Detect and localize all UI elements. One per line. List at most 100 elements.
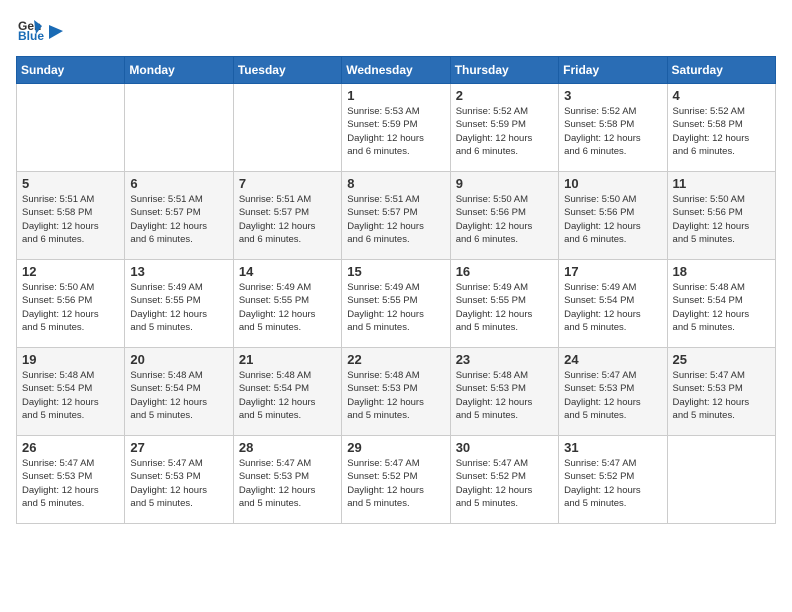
cell-info: Sunrise: 5:47 AM Sunset: 5:52 PM Dayligh… (347, 457, 444, 510)
cell-info: Sunrise: 5:52 AM Sunset: 5:59 PM Dayligh… (456, 105, 553, 158)
day-header-saturday: Saturday (667, 57, 775, 84)
day-number: 10 (564, 176, 661, 191)
day-number: 9 (456, 176, 553, 191)
cell-info: Sunrise: 5:50 AM Sunset: 5:56 PM Dayligh… (564, 193, 661, 246)
logo-triangle-icon (49, 21, 65, 41)
day-number: 27 (130, 440, 227, 455)
cell-info: Sunrise: 5:48 AM Sunset: 5:54 PM Dayligh… (673, 281, 770, 334)
cell-info: Sunrise: 5:47 AM Sunset: 5:53 PM Dayligh… (22, 457, 119, 510)
calendar-cell (233, 84, 341, 172)
calendar-cell: 29 Sunrise: 5:47 AM Sunset: 5:52 PM Dayli… (342, 436, 450, 524)
day-header-friday: Friday (559, 57, 667, 84)
svg-text:Blue: Blue (18, 29, 44, 43)
cell-info: Sunrise: 5:47 AM Sunset: 5:52 PM Dayligh… (564, 457, 661, 510)
day-header-wednesday: Wednesday (342, 57, 450, 84)
calendar-cell: 31 Sunrise: 5:47 AM Sunset: 5:52 PM Dayli… (559, 436, 667, 524)
calendar-cell: 2 Sunrise: 5:52 AM Sunset: 5:59 PM Daylig… (450, 84, 558, 172)
day-header-tuesday: Tuesday (233, 57, 341, 84)
day-number: 12 (22, 264, 119, 279)
cell-info: Sunrise: 5:49 AM Sunset: 5:55 PM Dayligh… (456, 281, 553, 334)
calendar-cell (667, 436, 775, 524)
logo-icon: Gen Blue (16, 16, 44, 44)
day-number: 8 (347, 176, 444, 191)
calendar-cell: 15 Sunrise: 5:49 AM Sunset: 5:55 PM Dayli… (342, 260, 450, 348)
day-number: 1 (347, 88, 444, 103)
cell-info: Sunrise: 5:51 AM Sunset: 5:57 PM Dayligh… (347, 193, 444, 246)
calendar-cell: 6 Sunrise: 5:51 AM Sunset: 5:57 PM Daylig… (125, 172, 233, 260)
cell-info: Sunrise: 5:48 AM Sunset: 5:53 PM Dayligh… (347, 369, 444, 422)
day-number: 18 (673, 264, 770, 279)
cell-info: Sunrise: 5:51 AM Sunset: 5:57 PM Dayligh… (130, 193, 227, 246)
calendar-cell (17, 84, 125, 172)
cell-info: Sunrise: 5:48 AM Sunset: 5:54 PM Dayligh… (22, 369, 119, 422)
calendar-cell: 23Sunrise: 5:48 AM Sunset: 5:53 PM Dayli… (450, 348, 558, 436)
cell-info: Sunrise: 5:51 AM Sunset: 5:58 PM Dayligh… (22, 193, 119, 246)
day-number: 16 (456, 264, 553, 279)
day-number: 6 (130, 176, 227, 191)
day-number: 17 (564, 264, 661, 279)
calendar-cell: 25 Sunrise: 5:47 AM Sunset: 5:53 PM Dayli… (667, 348, 775, 436)
calendar-cell: 21 Sunrise: 5:48 AM Sunset: 5:54 PM Dayli… (233, 348, 341, 436)
calendar-table: SundayMondayTuesdayWednesdayThursdayFrid… (16, 56, 776, 524)
cell-info: Sunrise: 5:50 AM Sunset: 5:56 PM Dayligh… (22, 281, 119, 334)
calendar-cell: 8 Sunrise: 5:51 AM Sunset: 5:57 PM Daylig… (342, 172, 450, 260)
day-number: 13 (130, 264, 227, 279)
calendar-cell: 20Sunrise: 5:48 AM Sunset: 5:54 PM Dayli… (125, 348, 233, 436)
day-header-thursday: Thursday (450, 57, 558, 84)
cell-info: Sunrise: 5:48 AM Sunset: 5:54 PM Dayligh… (239, 369, 336, 422)
cell-info: Sunrise: 5:50 AM Sunset: 5:56 PM Dayligh… (673, 193, 770, 246)
day-number: 25 (673, 352, 770, 367)
calendar-cell: 3 Sunrise: 5:52 AM Sunset: 5:58 PM Daylig… (559, 84, 667, 172)
calendar-cell: 26Sunrise: 5:47 AM Sunset: 5:53 PM Dayli… (17, 436, 125, 524)
calendar-cell: 22Sunrise: 5:48 AM Sunset: 5:53 PM Dayli… (342, 348, 450, 436)
day-number: 7 (239, 176, 336, 191)
calendar-cell: 4 Sunrise: 5:52 AM Sunset: 5:58 PM Daylig… (667, 84, 775, 172)
cell-info: Sunrise: 5:47 AM Sunset: 5:52 PM Dayligh… (456, 457, 553, 510)
day-number: 11 (673, 176, 770, 191)
day-number: 14 (239, 264, 336, 279)
calendar-cell: 17 Sunrise: 5:49 AM Sunset: 5:54 PM Dayli… (559, 260, 667, 348)
cell-info: Sunrise: 5:51 AM Sunset: 5:57 PM Dayligh… (239, 193, 336, 246)
day-number: 15 (347, 264, 444, 279)
cell-info: Sunrise: 5:49 AM Sunset: 5:55 PM Dayligh… (130, 281, 227, 334)
calendar-cell: 10 Sunrise: 5:50 AM Sunset: 5:56 PM Dayli… (559, 172, 667, 260)
calendar-cell: 18 Sunrise: 5:48 AM Sunset: 5:54 PM Dayli… (667, 260, 775, 348)
day-header-sunday: Sunday (17, 57, 125, 84)
cell-info: Sunrise: 5:47 AM Sunset: 5:53 PM Dayligh… (239, 457, 336, 510)
day-number: 20 (130, 352, 227, 367)
calendar-cell: 13 Sunrise: 5:49 AM Sunset: 5:55 PM Dayli… (125, 260, 233, 348)
calendar-cell: 5 Sunrise: 5:51 AM Sunset: 5:58 PM Daylig… (17, 172, 125, 260)
cell-info: Sunrise: 5:53 AM Sunset: 5:59 PM Dayligh… (347, 105, 444, 158)
calendar-cell: 16 Sunrise: 5:49 AM Sunset: 5:55 PM Dayli… (450, 260, 558, 348)
logo: Gen Blue (16, 16, 65, 44)
cell-info: Sunrise: 5:52 AM Sunset: 5:58 PM Dayligh… (673, 105, 770, 158)
cell-info: Sunrise: 5:49 AM Sunset: 5:54 PM Dayligh… (564, 281, 661, 334)
cell-info: Sunrise: 5:49 AM Sunset: 5:55 PM Dayligh… (239, 281, 336, 334)
day-number: 5 (22, 176, 119, 191)
calendar-cell: 14 Sunrise: 5:49 AM Sunset: 5:55 PM Dayli… (233, 260, 341, 348)
day-number: 3 (564, 88, 661, 103)
day-number: 19 (22, 352, 119, 367)
day-number: 31 (564, 440, 661, 455)
day-header-monday: Monday (125, 57, 233, 84)
day-number: 2 (456, 88, 553, 103)
calendar-cell: 9 Sunrise: 5:50 AM Sunset: 5:56 PM Daylig… (450, 172, 558, 260)
calendar-cell: 19 Sunrise: 5:48 AM Sunset: 5:54 PM Dayli… (17, 348, 125, 436)
day-number: 24 (564, 352, 661, 367)
calendar-cell: 1 Sunrise: 5:53 AM Sunset: 5:59 PM Daylig… (342, 84, 450, 172)
cell-info: Sunrise: 5:52 AM Sunset: 5:58 PM Dayligh… (564, 105, 661, 158)
cell-info: Sunrise: 5:50 AM Sunset: 5:56 PM Dayligh… (456, 193, 553, 246)
day-number: 30 (456, 440, 553, 455)
day-number: 29 (347, 440, 444, 455)
calendar-cell: 28Sunrise: 5:47 AM Sunset: 5:53 PM Dayli… (233, 436, 341, 524)
cell-info: Sunrise: 5:47 AM Sunset: 5:53 PM Dayligh… (673, 369, 770, 422)
cell-info: Sunrise: 5:49 AM Sunset: 5:55 PM Dayligh… (347, 281, 444, 334)
page-header: Gen Blue (16, 16, 776, 44)
day-number: 21 (239, 352, 336, 367)
calendar-cell (125, 84, 233, 172)
calendar-cell: 7 Sunrise: 5:51 AM Sunset: 5:57 PM Daylig… (233, 172, 341, 260)
calendar-cell: 11 Sunrise: 5:50 AM Sunset: 5:56 PM Dayli… (667, 172, 775, 260)
day-number: 4 (673, 88, 770, 103)
calendar-cell: 30 Sunrise: 5:47 AM Sunset: 5:52 PM Dayli… (450, 436, 558, 524)
cell-info: Sunrise: 5:47 AM Sunset: 5:53 PM Dayligh… (564, 369, 661, 422)
